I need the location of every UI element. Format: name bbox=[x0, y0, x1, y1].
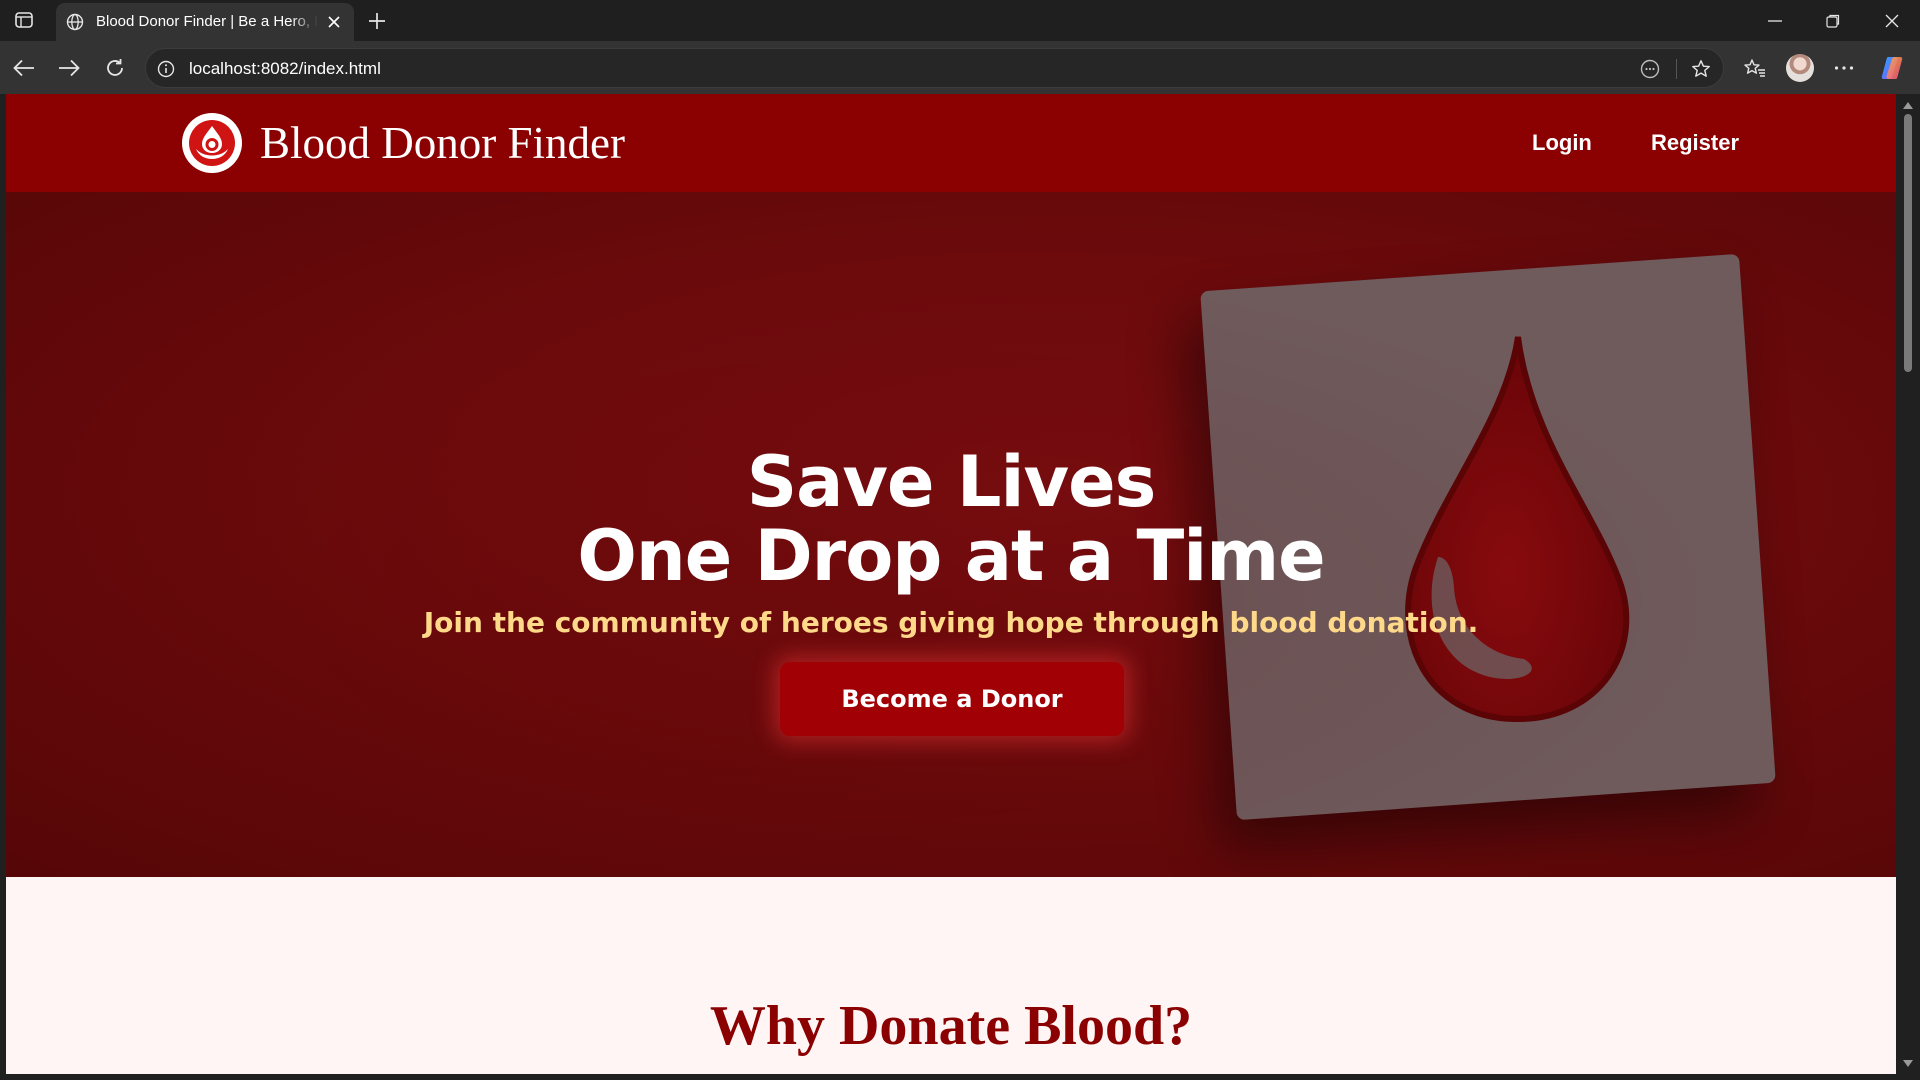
close-window-icon[interactable] bbox=[1877, 8, 1907, 34]
avatar-image bbox=[1786, 54, 1814, 82]
minimize-icon[interactable] bbox=[1760, 8, 1790, 34]
blood-drop-hands-icon[interactable] bbox=[182, 113, 242, 173]
address-bar-divider bbox=[1676, 59, 1677, 79]
browser-tab-bar: Blood Donor Finder | Be a Hero, Donate B… bbox=[0, 0, 1920, 41]
more-options-icon[interactable] bbox=[1829, 53, 1859, 83]
site-info-icon[interactable] bbox=[156, 59, 176, 79]
back-icon[interactable] bbox=[9, 53, 39, 83]
tab-actions-icon[interactable] bbox=[12, 9, 36, 31]
page-scrollbar[interactable] bbox=[1896, 94, 1920, 1080]
forward-icon[interactable] bbox=[54, 53, 84, 83]
copilot-icon[interactable] bbox=[1877, 53, 1907, 83]
become-donor-button[interactable]: Become a Donor bbox=[780, 662, 1124, 736]
new-tab-icon[interactable] bbox=[364, 8, 390, 34]
page-viewport: Blood Donor Finder Login Register Save L… bbox=[6, 94, 1896, 1074]
favorites-icon[interactable] bbox=[1740, 53, 1770, 83]
favorite-star-icon[interactable] bbox=[1690, 58, 1712, 80]
reload-icon[interactable] bbox=[100, 53, 130, 83]
site-header: Blood Donor Finder Login Register bbox=[6, 94, 1896, 192]
restore-icon[interactable] bbox=[1818, 8, 1848, 34]
hero-section: Save Lives One Drop at a Time Join the c… bbox=[6, 192, 1896, 877]
profile-avatar[interactable] bbox=[1785, 53, 1815, 83]
hero-title-line-2: One Drop at a Time bbox=[577, 515, 1325, 597]
globe-icon bbox=[65, 12, 85, 32]
tab-title: Blood Donor Finder | Be a Hero, Donate B… bbox=[96, 13, 318, 30]
browser-tab-active[interactable]: Blood Donor Finder | Be a Hero, Donate B… bbox=[56, 3, 354, 41]
register-link[interactable]: Register bbox=[1651, 128, 1739, 158]
login-link[interactable]: Login bbox=[1532, 128, 1592, 158]
address-bar[interactable]: localhost:8082/index.html bbox=[145, 48, 1724, 88]
scroll-down-icon[interactable] bbox=[1902, 1058, 1914, 1068]
scroll-up-icon[interactable] bbox=[1902, 100, 1914, 110]
close-tab-icon[interactable] bbox=[324, 12, 344, 32]
reading-view-icon[interactable] bbox=[1639, 58, 1661, 80]
url-text: localhost:8082/index.html bbox=[189, 59, 381, 78]
site-brand[interactable]: Blood Donor Finder bbox=[260, 113, 625, 173]
hero-title-line-1: Save Lives bbox=[746, 441, 1157, 523]
browser-toolbar: localhost:8082/index.html bbox=[0, 41, 1920, 94]
why-donate-heading: Why Donate Blood? bbox=[709, 995, 1193, 1057]
scrollbar-thumb[interactable] bbox=[1904, 114, 1912, 372]
hero-subtitle: Join the community of heroes giving hope… bbox=[423, 606, 1479, 639]
